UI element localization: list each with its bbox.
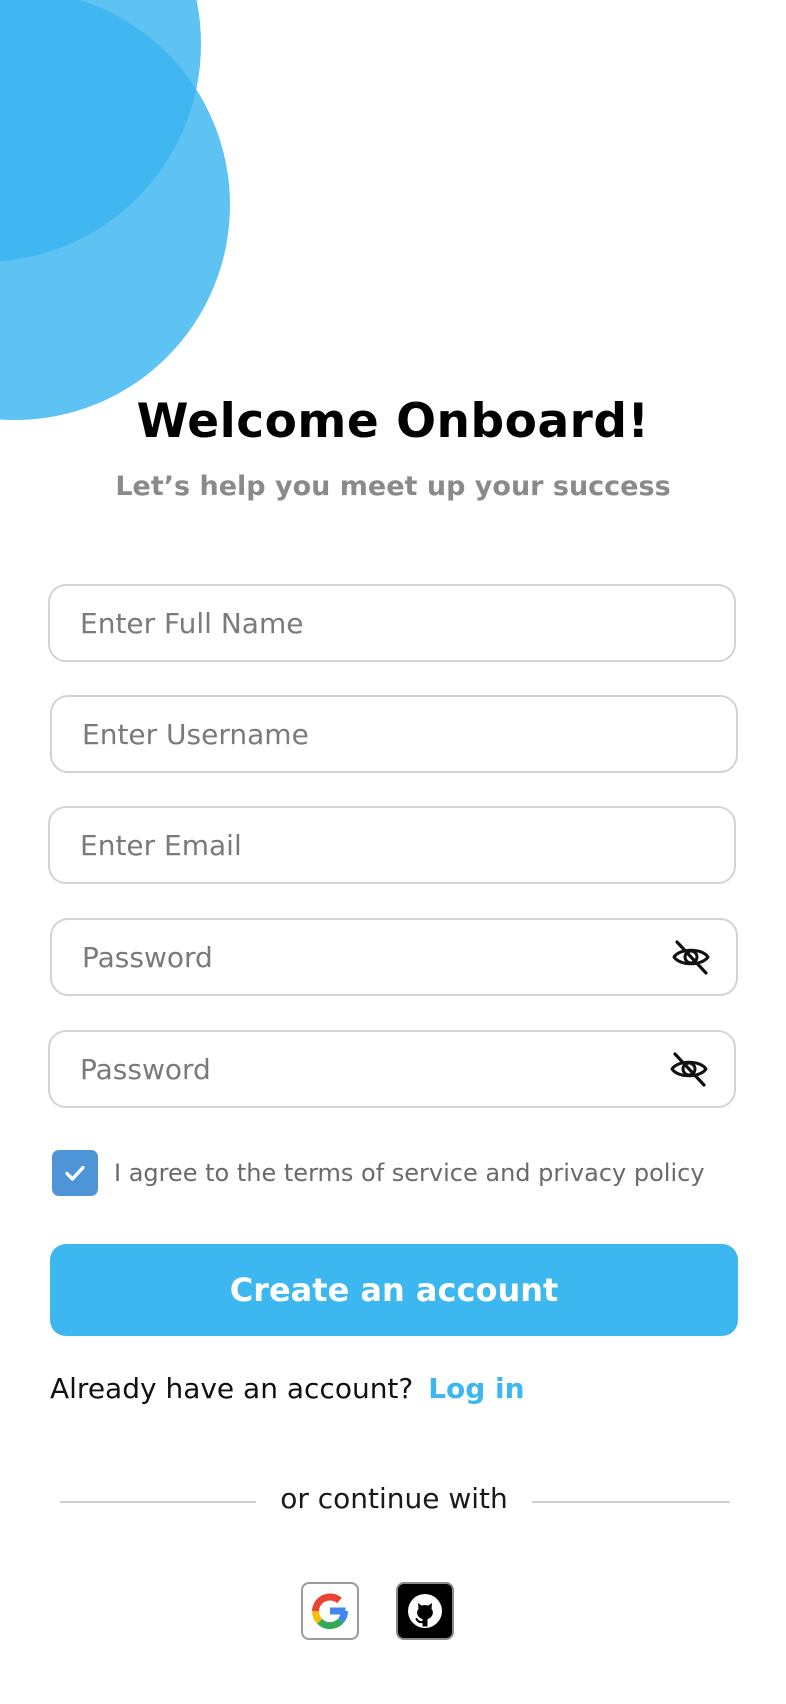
google-icon — [311, 1593, 348, 1630]
google-login-button[interactable] — [301, 1582, 359, 1640]
create-account-button[interactable]: Create an account — [50, 1244, 738, 1336]
login-prompt: Already have an account? Log in — [50, 1372, 525, 1405]
login-prompt-text: Already have an account? — [50, 1372, 414, 1405]
github-login-button[interactable] — [396, 1582, 454, 1640]
eye-off-icon[interactable] — [670, 936, 712, 978]
checkmark-icon — [65, 1165, 85, 1181]
divider-label: or continue with — [280, 1482, 508, 1515]
username-input[interactable] — [52, 697, 736, 771]
terms-label: I agree to the terms of service and priv… — [114, 1159, 705, 1187]
confirm-password-field[interactable] — [48, 1030, 736, 1108]
terms-checkbox[interactable] — [52, 1150, 98, 1196]
confirm-password-input[interactable] — [50, 1032, 668, 1106]
terms-agreement: I agree to the terms of service and priv… — [52, 1150, 705, 1196]
signup-screen: Welcome Onboard! Let’s help you meet up … — [0, 0, 786, 1704]
eye-off-icon[interactable] — [668, 1048, 710, 1090]
password-field[interactable] — [50, 918, 738, 996]
divider-line — [532, 1501, 730, 1503]
page-subtitle: Let’s help you meet up your success — [115, 471, 671, 502]
full-name-input[interactable] — [50, 586, 734, 660]
github-icon — [408, 1594, 442, 1628]
page-title: Welcome Onboard! — [136, 394, 650, 449]
email-field[interactable] — [48, 806, 736, 884]
divider-line — [60, 1501, 256, 1503]
login-link[interactable]: Log in — [428, 1372, 524, 1405]
email-input[interactable] — [50, 808, 734, 882]
username-field[interactable] — [50, 695, 738, 773]
full-name-field[interactable] — [48, 584, 736, 662]
password-input[interactable] — [52, 920, 670, 994]
